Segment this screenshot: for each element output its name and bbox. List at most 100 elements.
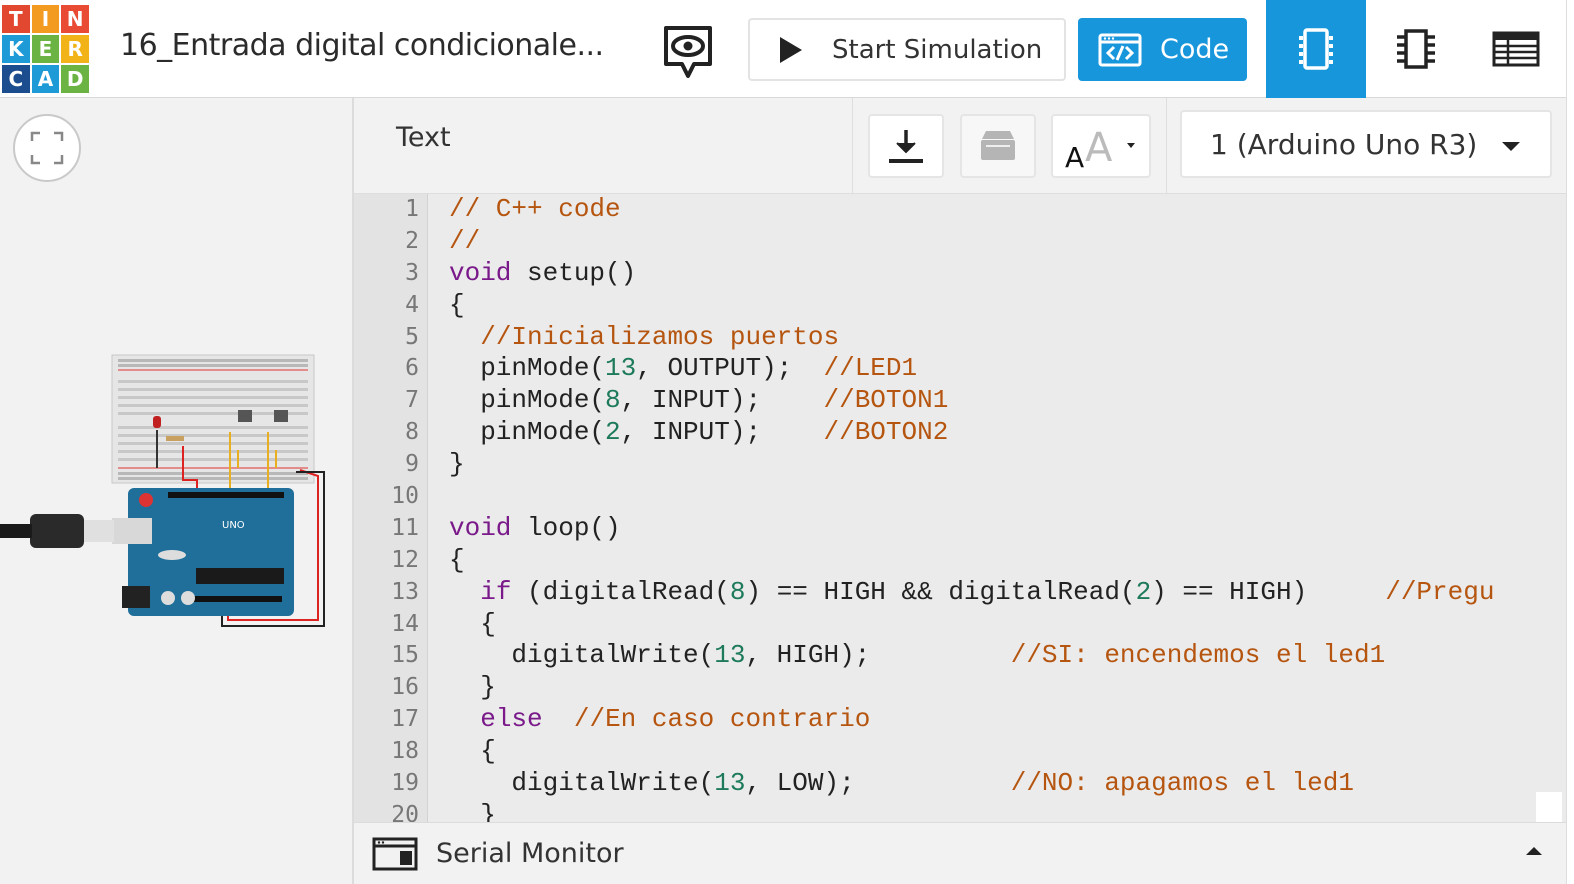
window-edge <box>1566 0 1574 884</box>
component-view-button[interactable] <box>1266 0 1366 98</box>
eye-chat-icon[interactable] <box>660 22 716 82</box>
serial-monitor-label: Serial Monitor <box>436 838 624 869</box>
list-view-button[interactable] <box>1466 0 1566 98</box>
font-size-button[interactable]: A A <box>1051 114 1151 178</box>
svg-text:UNO: UNO <box>222 520 245 531</box>
code-line[interactable]: { <box>449 609 1494 641</box>
serial-monitor-icon <box>372 837 418 870</box>
code-token: digitalWrite( <box>449 640 715 671</box>
code-token: ) == HIGH && digitalRead( <box>745 576 1136 607</box>
code-line[interactable]: digitalWrite(13, HIGH); //SI: encendemos… <box>449 640 1494 672</box>
code-token: ) == HIGH) <box>1151 576 1386 607</box>
top-bar: T I N K E R C A D 16_Entrada digital con… <box>0 0 1566 98</box>
line-number: 16 <box>391 674 419 701</box>
line-number-gutter: 1 2 3 4 5 6 7 8 9 10 11 12 13 14 15 16 17 18 19 20 <box>354 194 428 822</box>
logo-letter: A <box>31 65 60 93</box>
code-token: //BOTON1 <box>823 385 949 416</box>
header-separator <box>852 98 853 194</box>
line-number: 5 <box>405 323 419 350</box>
code-line[interactable]: //Inicializamos puertos <box>449 322 1494 354</box>
scrollbar-corner <box>1536 792 1562 822</box>
code-line[interactable]: } <box>449 800 1494 822</box>
code-line[interactable]: pinMode(13, OUTPUT); //LED1 <box>449 353 1494 385</box>
code-token: { <box>449 289 465 320</box>
logo-letter: D <box>61 65 89 93</box>
code-button[interactable]: Code <box>1078 18 1247 81</box>
line-number: 4 <box>405 291 419 318</box>
line-number: 8 <box>405 419 419 446</box>
line-number: 11 <box>391 514 419 541</box>
code-token: } <box>449 799 496 822</box>
logo-letter: K <box>2 35 30 63</box>
start-simulation-label: Start Simulation <box>832 34 1043 65</box>
code-token: , INPUT); <box>620 385 824 416</box>
line-number: 9 <box>405 451 419 478</box>
board-select-dropdown[interactable]: 1 (Arduino Uno R3) <box>1180 110 1552 178</box>
zoom-to-fit-button[interactable] <box>13 114 81 182</box>
line-number: 19 <box>391 770 419 797</box>
logo-letter: I <box>31 5 60 33</box>
arduino-circuit-diagram[interactable]: UNO <box>0 350 340 640</box>
chevron-up-icon[interactable] <box>1526 847 1542 855</box>
code-label: Code <box>1160 34 1230 65</box>
schematic-view-button[interactable] <box>1366 0 1466 98</box>
code-line[interactable]: // C++ code <box>449 194 1494 226</box>
code-token: //LED1 <box>823 353 918 384</box>
code-line[interactable]: // <box>449 226 1494 258</box>
code-line[interactable]: void setup() <box>449 258 1494 290</box>
line-number: 14 <box>391 610 419 637</box>
code-token: loop() <box>511 512 621 543</box>
tinkercad-logo[interactable]: T I N K E R C A D <box>2 5 89 93</box>
code-token: { <box>449 544 465 575</box>
font-size-icon: A A <box>1065 125 1135 171</box>
svg-text:A: A <box>1085 125 1113 171</box>
download-code-button[interactable] <box>868 114 944 178</box>
code-line[interactable]: pinMode(2, INPUT); //BOTON2 <box>449 417 1494 449</box>
code-token: , LOW); <box>745 768 1011 799</box>
code-token: 13 <box>714 640 746 671</box>
code-token: // C++ code <box>449 194 621 224</box>
code-token: //Pregu <box>1385 576 1495 607</box>
project-title[interactable]: 16_Entrada digital condicionale... <box>120 28 640 63</box>
code-token: digitalWrite( <box>449 768 715 799</box>
code-line[interactable]: { <box>449 736 1494 768</box>
code-line[interactable]: digitalWrite(13, LOW); //NO: apagamos el… <box>449 768 1494 800</box>
chevron-down-icon <box>1502 142 1520 151</box>
code-editor[interactable]: 1 2 3 4 5 6 7 8 9 10 11 12 13 14 15 16 17 18 19 20 // C++ c… <box>354 194 1566 822</box>
code-token: { <box>449 736 496 767</box>
svg-text:A: A <box>1065 141 1084 171</box>
code-token: , INPUT); <box>620 417 824 448</box>
code-line[interactable]: pinMode(8, INPUT); //BOTON1 <box>449 385 1494 417</box>
start-simulation-button[interactable]: Start Simulation <box>748 18 1066 81</box>
code-line[interactable]: void loop() <box>449 513 1494 545</box>
editor-mode-dropdown[interactable]: Text <box>396 122 451 153</box>
code-text-area[interactable]: // C++ code//void setup(){ //Inicializam… <box>449 194 1494 822</box>
schematic-view-icon <box>1397 29 1435 69</box>
code-line[interactable]: { <box>449 545 1494 577</box>
logo-letter: E <box>31 35 60 63</box>
code-line[interactable]: else //En caso contrario <box>449 704 1494 736</box>
code-token: //BOTON2 <box>823 417 949 448</box>
circuit-canvas[interactable]: UNO <box>0 98 352 884</box>
code-line[interactable]: } <box>449 449 1494 481</box>
line-number: 18 <box>391 738 419 765</box>
code-line[interactable]: if (digitalRead(8) == HIGH && digitalRea… <box>449 577 1494 609</box>
line-number: 17 <box>391 706 419 733</box>
logo-letter: N <box>61 5 89 33</box>
line-number: 2 <box>405 227 419 254</box>
serial-monitor-bar[interactable]: Serial Monitor <box>354 822 1566 884</box>
libraries-button[interactable] <box>960 114 1036 178</box>
code-token: //En caso contrario <box>573 704 871 735</box>
line-number: 7 <box>405 387 419 414</box>
code-line[interactable] <box>449 481 1494 513</box>
code-line[interactable]: { <box>449 290 1494 322</box>
code-token: if <box>480 576 512 607</box>
code-panel-header: Text A A 1 (Arduino Uno R3) <box>354 98 1566 194</box>
code-line[interactable]: } <box>449 672 1494 704</box>
code-token: } <box>449 672 496 703</box>
code-token: 2 <box>605 417 621 448</box>
code-token: void <box>449 512 512 543</box>
